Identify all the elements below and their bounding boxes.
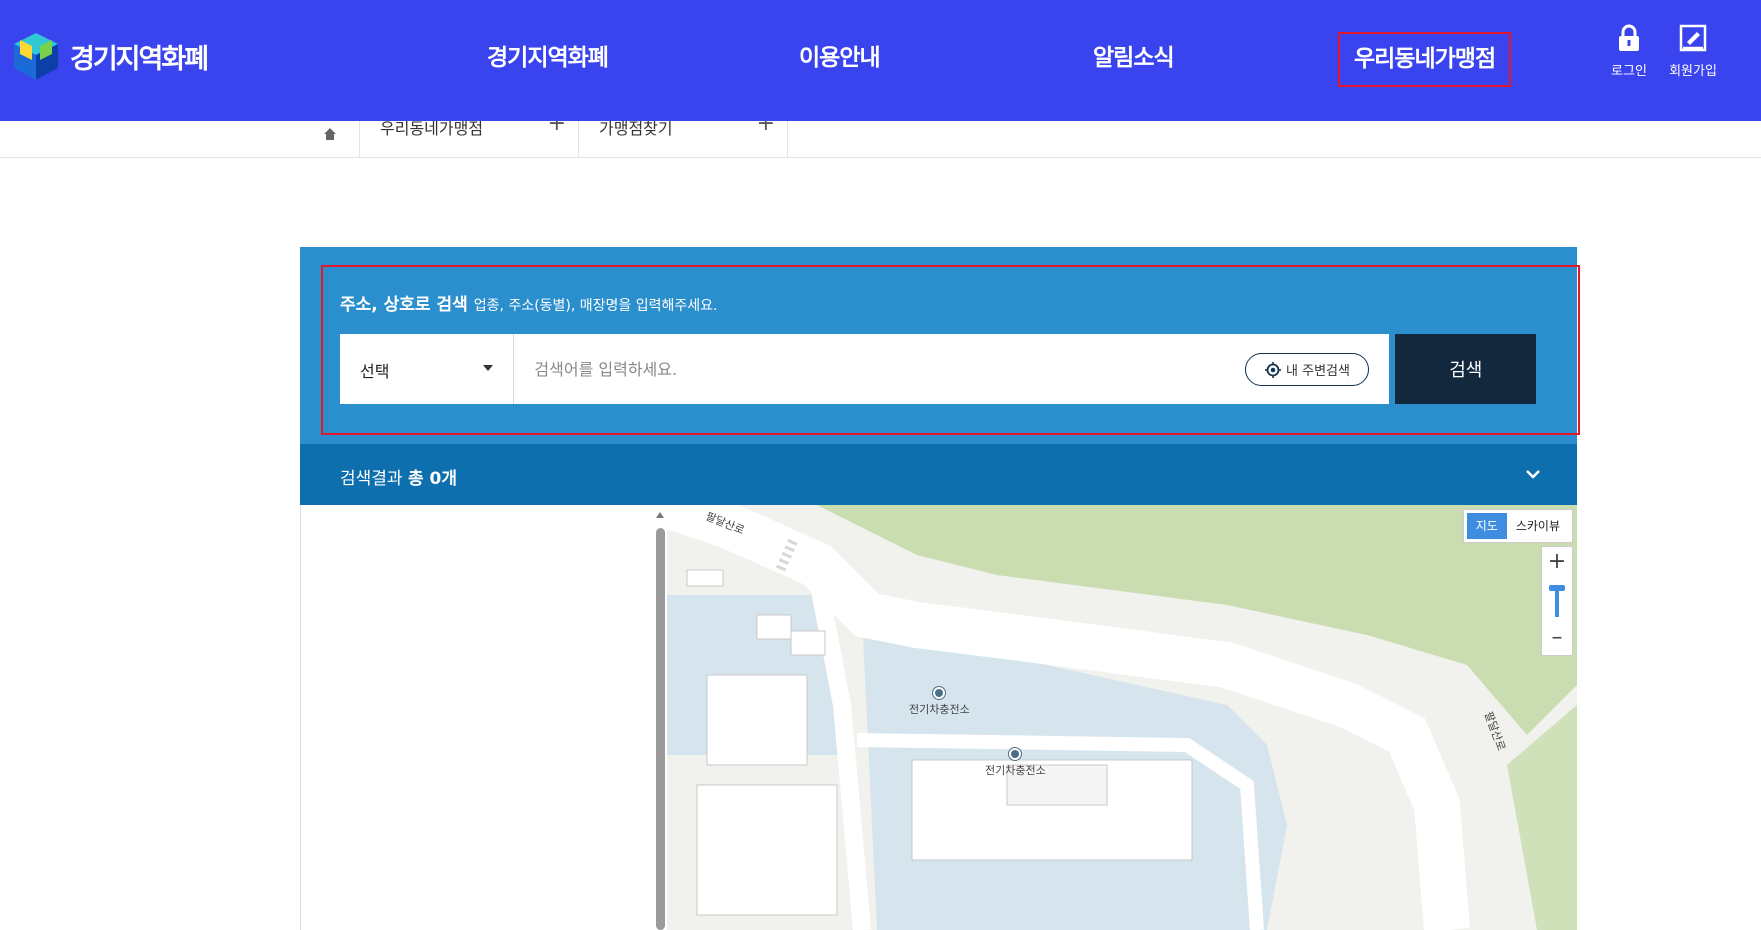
search-button[interactable]: 검색 [1395, 334, 1537, 404]
search-heading: 주소, 상호로 검색 업종, 주소(동별), 매장명을 입력해주세요. [340, 290, 718, 315]
search-title: 주소, 상호로 검색 [340, 295, 468, 315]
scroll-up-arrow-icon[interactable] [656, 512, 664, 518]
poi-label: 전기차충전소 [909, 703, 970, 716]
site-logo[interactable]: 경기지역화폐 [10, 30, 209, 82]
result-prefix: 검색결과 [340, 469, 408, 489]
caret-down-icon [483, 365, 494, 371]
scroll-thumb[interactable] [656, 528, 665, 930]
search-input-wrap: 내 주변검색 [514, 334, 1390, 404]
map-type-map-button[interactable]: 지도 [1466, 513, 1507, 539]
map-type-skyview-button[interactable]: 스카이뷰 [1507, 513, 1569, 539]
page: 경기지역화폐 경기지역화폐 이용안내 알림소식 우리동네가맹점 로그인 회원가입 [0, 0, 1761, 930]
search-form: 선택 내 주변검색 검색 [340, 334, 1537, 404]
nearby-search-button[interactable]: 내 주변검색 [1245, 353, 1370, 386]
zoom-slider-handle[interactable] [1549, 585, 1565, 617]
search-hint: 업종, 주소(동별), 매장명을 입력해주세요. [473, 298, 718, 314]
map-type-toggle: 지도 스카이뷰 [1462, 509, 1573, 543]
category-select-value: 선택 [360, 362, 390, 381]
search-input[interactable] [514, 334, 1215, 404]
login-label: 로그인 [1611, 64, 1647, 79]
site-logo-text: 경기지역화폐 [70, 43, 209, 75]
signup-button[interactable]: 회원가입 [1661, 24, 1725, 79]
map-view[interactable]: 팔달산로 팔달산로 전기차충전소 전기차충전소 지도 스카이뷰 + – [667, 505, 1577, 930]
zoom-out-button[interactable]: – [1542, 623, 1572, 655]
nav-local-merchants[interactable]: 우리동네가맹점 [1338, 32, 1512, 87]
result-list [300, 505, 666, 930]
map-pin-icon [933, 687, 946, 699]
nav-notices[interactable]: 알림소식 [1093, 38, 1175, 72]
nearby-search-label: 내 주변검색 [1286, 364, 1350, 379]
result-summary: 검색결과 총 0개 [340, 464, 457, 489]
map-poi[interactable]: 전기차충전소 [909, 687, 970, 717]
nav-usage-guide[interactable]: 이용안내 [799, 38, 881, 72]
zoom-in-button[interactable]: + [1542, 547, 1572, 579]
map-pin-icon [1009, 748, 1022, 760]
lock-icon [1619, 24, 1639, 51]
logo-cube-icon [14, 33, 58, 80]
zoom-control: + – [1541, 546, 1573, 656]
nav-gyeonggi-currency[interactable]: 경기지역화폐 [487, 38, 609, 72]
result-list-scrollbar[interactable] [654, 512, 666, 930]
category-select[interactable]: 선택 [340, 334, 515, 404]
login-button[interactable]: 로그인 [1597, 24, 1661, 79]
poi-label: 전기차충전소 [985, 764, 1046, 777]
chevron-down-icon[interactable] [1525, 466, 1541, 482]
site-header: 경기지역화폐 경기지역화폐 이용안내 알림소식 우리동네가맹점 로그인 회원가입 [0, 0, 1761, 121]
map-base-drawing [667, 505, 1577, 930]
signup-label: 회원가입 [1669, 64, 1717, 79]
location-target-icon [1265, 361, 1282, 378]
home-icon [323, 128, 336, 140]
pen-note-icon [1679, 24, 1707, 52]
result-count: 총 0개 [407, 469, 457, 489]
result-bar: 검색결과 총 0개 [300, 444, 1577, 505]
map-poi[interactable]: 전기차충전소 [985, 748, 1046, 778]
